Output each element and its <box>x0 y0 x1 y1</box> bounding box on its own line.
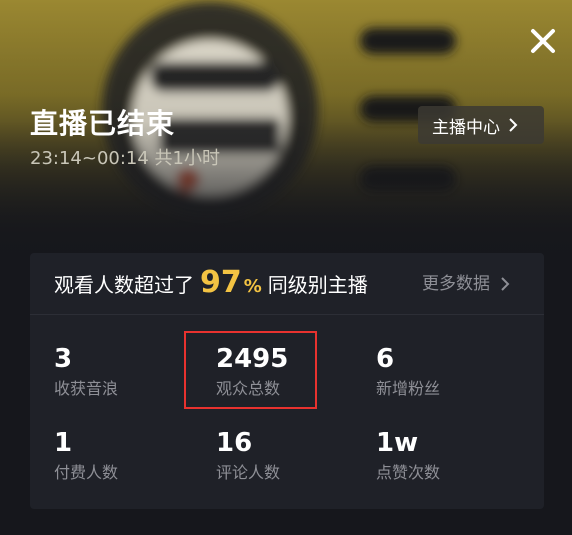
anchor-center-button[interactable]: 主播中心 <box>418 106 544 144</box>
stat-label: 付费人数 <box>54 463 119 482</box>
close-button[interactable] <box>522 20 564 62</box>
more-data-label: 更多数据 <box>422 274 490 294</box>
stat-label: 评论人数 <box>216 463 281 482</box>
stat-total-viewers: 2495 观众总数 <box>216 343 366 401</box>
stats-card-header: 观看人数超过了 97 % 同级别主播 更多数据 <box>30 253 544 315</box>
stat-commenters: 16 评论人数 <box>216 427 366 485</box>
stat-label: 新增粉丝 <box>376 379 441 398</box>
stat-paying-users: 1 付费人数 <box>54 427 204 485</box>
stats-card: 观看人数超过了 97 % 同级别主播 更多数据 3 收获音浪 2495 观众总数… <box>30 253 544 509</box>
stat-sound-waves: 3 收获音浪 <box>54 343 204 401</box>
stat-label: 点赞次数 <box>376 463 441 482</box>
stat-likes: 1w 点赞次数 <box>376 427 526 485</box>
stat-new-fans: 6 新增粉丝 <box>376 343 526 401</box>
anchor-center-label: 主播中心 <box>432 117 500 138</box>
more-data-link[interactable]: 更多数据 <box>422 270 510 298</box>
stat-value: 1w <box>376 428 419 458</box>
close-icon <box>531 29 555 53</box>
chevron-right-icon <box>509 118 518 132</box>
live-duration: 23:14~00:14 共1小时 <box>30 148 221 169</box>
exceed-suffix: 同级别主播 <box>267 273 368 297</box>
stat-label: 观众总数 <box>216 379 281 398</box>
stat-value: 6 <box>376 344 395 374</box>
exceed-percent-sign: % <box>243 276 262 297</box>
exceed-prefix: 观看人数超过了 <box>54 273 194 297</box>
chevron-right-icon <box>501 277 510 291</box>
stat-value: 16 <box>216 428 253 458</box>
stat-value: 1 <box>54 428 73 458</box>
page-title: 直播已结束 <box>30 107 176 140</box>
exceed-summary: 观看人数超过了 97 % 同级别主播 <box>54 267 368 303</box>
stat-label: 收获音浪 <box>54 379 119 398</box>
exceed-percent-value: 97 <box>200 265 242 300</box>
stat-value: 3 <box>54 344 73 374</box>
stat-value: 2495 <box>216 344 289 374</box>
live-ended-screen: 直播已结束 23:14~00:14 共1小时 主播中心 观看人数超过了 97 %… <box>0 0 572 535</box>
